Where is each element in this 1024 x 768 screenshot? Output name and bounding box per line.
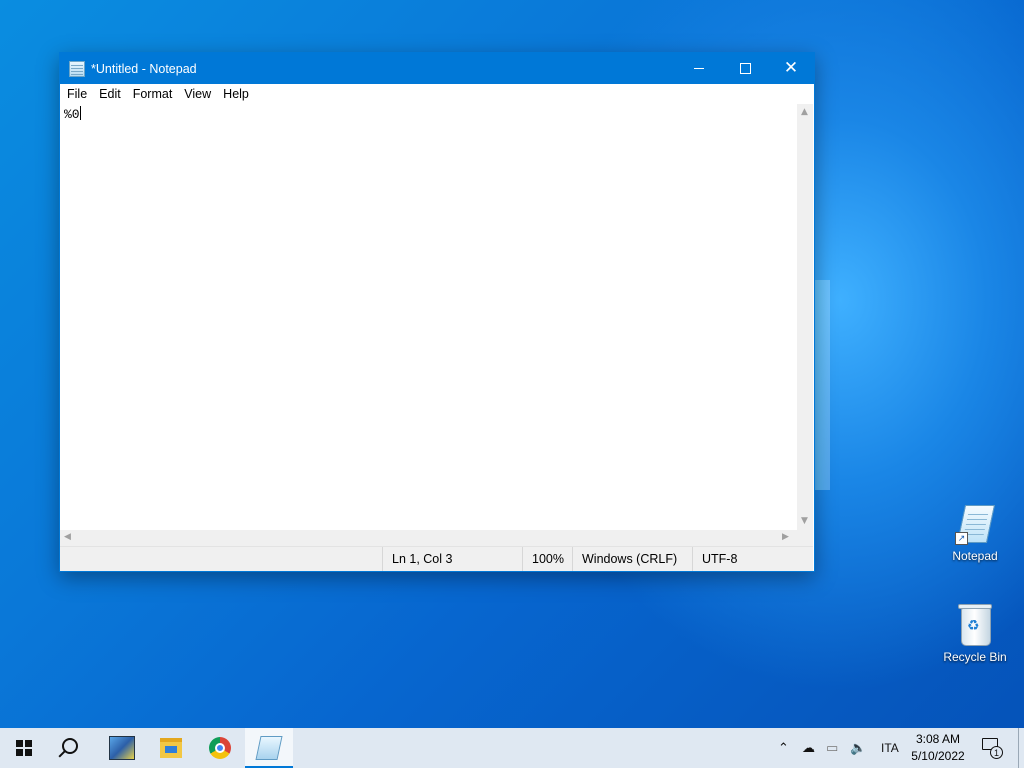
status-position: Ln 1, Col 3	[382, 547, 522, 571]
show-desktop-button[interactable]	[1018, 728, 1019, 768]
status-zoom: 100%	[522, 547, 572, 571]
window-title: *Untitled - Notepad	[91, 61, 197, 76]
network-icon: ▭	[826, 740, 839, 756]
notepad-icon	[255, 736, 283, 760]
desktop-icon-label: Notepad	[952, 549, 998, 563]
desktop-icon-notepad[interactable]: ↗ Notepad	[935, 503, 1015, 563]
status-line-ending: Windows (CRLF)	[572, 547, 692, 571]
search-button[interactable]	[48, 728, 96, 768]
action-center-button[interactable]: 1	[982, 738, 1003, 759]
taskbar-app-photos[interactable]	[98, 728, 146, 768]
taskbar-app-notepad[interactable]	[245, 728, 293, 768]
title-bar[interactable]: *Untitled - Notepad ✕	[60, 53, 814, 84]
menu-bar: File Edit Format View Help	[60, 84, 814, 104]
maximize-button[interactable]	[722, 53, 768, 84]
menu-view[interactable]: View	[178, 87, 217, 101]
network-button[interactable]: ▭	[826, 728, 838, 768]
show-hidden-icons-button[interactable]: ⌃	[778, 728, 789, 768]
photos-icon	[109, 736, 135, 760]
notepad-icon	[69, 60, 85, 77]
status-bar: Ln 1, Col 3 100% Windows (CRLF) UTF-8	[60, 546, 813, 571]
search-icon	[62, 738, 78, 754]
close-button[interactable]: ✕	[768, 53, 814, 84]
editor-content[interactable]: %0	[64, 107, 80, 122]
windows-logo-icon	[16, 740, 32, 756]
scrollbar-corner	[797, 530, 813, 546]
taskbar: ⌃ ☁ ▭ 🔈 ITA 3:08 AM 5/10/2022 1	[0, 728, 1024, 768]
language-indicator: ITA	[881, 741, 899, 755]
start-button[interactable]	[0, 728, 48, 768]
editor-content-line[interactable]: %0	[64, 106, 81, 122]
clock-date: 5/10/2022	[911, 749, 965, 763]
menu-edit[interactable]: Edit	[93, 87, 127, 101]
maximize-icon	[739, 63, 751, 74]
chevron-up-icon: ⌃	[778, 740, 789, 756]
scroll-up-icon[interactable]: ▲	[801, 107, 808, 117]
chrome-icon	[209, 737, 231, 759]
volume-button[interactable]: 🔈	[850, 728, 866, 768]
speaker-icon: 🔈	[850, 740, 867, 756]
vertical-scrollbar[interactable]: ▲ ▼	[797, 104, 813, 530]
taskbar-app-file-explorer[interactable]	[147, 728, 195, 768]
input-language-button[interactable]: ITA	[881, 728, 899, 768]
menu-help[interactable]: Help	[217, 87, 255, 101]
recycle-bin-icon: ♻	[958, 602, 992, 646]
status-encoding: UTF-8	[692, 547, 813, 571]
minimize-icon	[694, 68, 704, 69]
menu-format[interactable]: Format	[127, 87, 179, 101]
file-explorer-icon	[160, 738, 182, 758]
onedrive-button[interactable]: ☁	[802, 728, 815, 768]
scroll-down-icon[interactable]: ▼	[801, 516, 808, 526]
notepad-window[interactable]: *Untitled - Notepad ✕ File Edit Format V…	[59, 52, 815, 572]
menu-file[interactable]: File	[61, 87, 93, 101]
clock[interactable]: 3:08 AM 5/10/2022	[902, 731, 974, 765]
minimize-button[interactable]	[676, 53, 722, 84]
horizontal-scrollbar[interactable]: ◀ ▶	[60, 530, 797, 546]
clock-time: 3:08 AM	[915, 732, 961, 746]
scroll-right-icon[interactable]: ▶	[782, 532, 789, 542]
close-icon: ✕	[783, 58, 799, 78]
text-editor[interactable]: %0	[60, 104, 797, 530]
desktop-icon-recycle-bin[interactable]: ♻ Recycle Bin	[935, 602, 1015, 664]
notification-count-badge: 1	[990, 746, 1003, 759]
taskbar-app-chrome[interactable]	[196, 728, 244, 768]
desktop-icon-label: Recycle Bin	[943, 650, 1007, 664]
shortcut-arrow-icon: ↗	[955, 532, 968, 545]
text-caret	[79, 106, 81, 120]
notepad-icon: ↗	[955, 503, 996, 545]
scroll-left-icon[interactable]: ◀	[64, 532, 71, 542]
cloud-offline-icon: ☁	[802, 740, 815, 756]
